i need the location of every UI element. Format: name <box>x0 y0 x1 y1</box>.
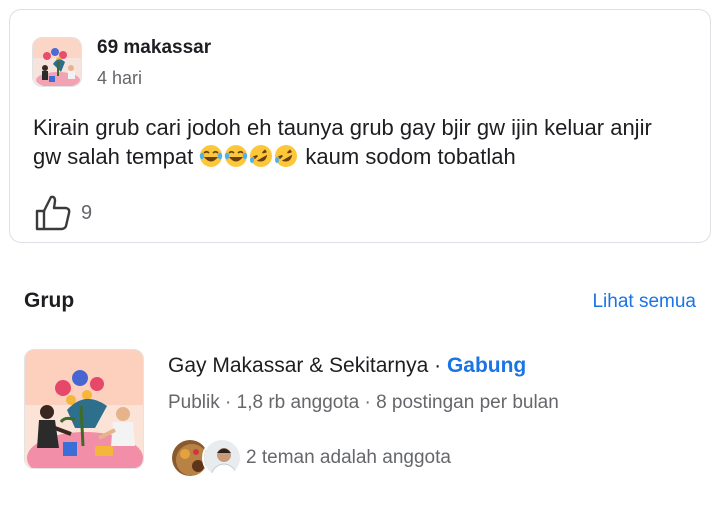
rolling-laughing-emoji-icon <box>275 145 298 167</box>
rolling-laughing-emoji-icon <box>250 145 273 167</box>
join-group-button[interactable]: Gabung <box>447 354 526 377</box>
like-reaction-row[interactable]: 9 <box>33 193 92 233</box>
like-count[interactable]: 9 <box>81 202 92 225</box>
group-title-line: Gay Makassar & Sekitarnya · Gabung <box>168 354 526 378</box>
post-timestamp[interactable]: 4 hari <box>97 68 142 89</box>
post-card: 69 makassar 4 hari Kirain grub cari jodo… <box>9 9 711 243</box>
title-separator: · <box>428 354 447 377</box>
friend-avatar[interactable] <box>202 438 242 478</box>
post-author-name[interactable]: 69 makassar <box>97 37 211 59</box>
author-avatar[interactable] <box>32 37 82 87</box>
post-text-tail: kaum sodom tobatlah <box>299 144 516 169</box>
groups-section-title: Grup <box>24 289 75 312</box>
friends-members-row[interactable]: 2 teman adalah anggota <box>170 436 451 480</box>
group-name[interactable]: Gay Makassar & Sekitarnya <box>168 354 428 377</box>
post-body: Kirain grub cari jodoh eh taunya grub ga… <box>33 113 683 171</box>
see-all-groups-link[interactable]: Lihat semua <box>592 291 696 313</box>
tears-of-joy-emoji-icon <box>225 145 248 167</box>
friends-member-count[interactable]: 2 teman adalah anggota <box>246 447 451 469</box>
group-cover-image[interactable] <box>24 349 144 469</box>
thumbs-up-icon[interactable] <box>33 193 73 233</box>
group-meta: Publik · 1,8 rb anggota · 8 postingan pe… <box>168 392 559 413</box>
tears-of-joy-emoji-icon <box>200 145 223 167</box>
emoji-group <box>199 144 299 169</box>
